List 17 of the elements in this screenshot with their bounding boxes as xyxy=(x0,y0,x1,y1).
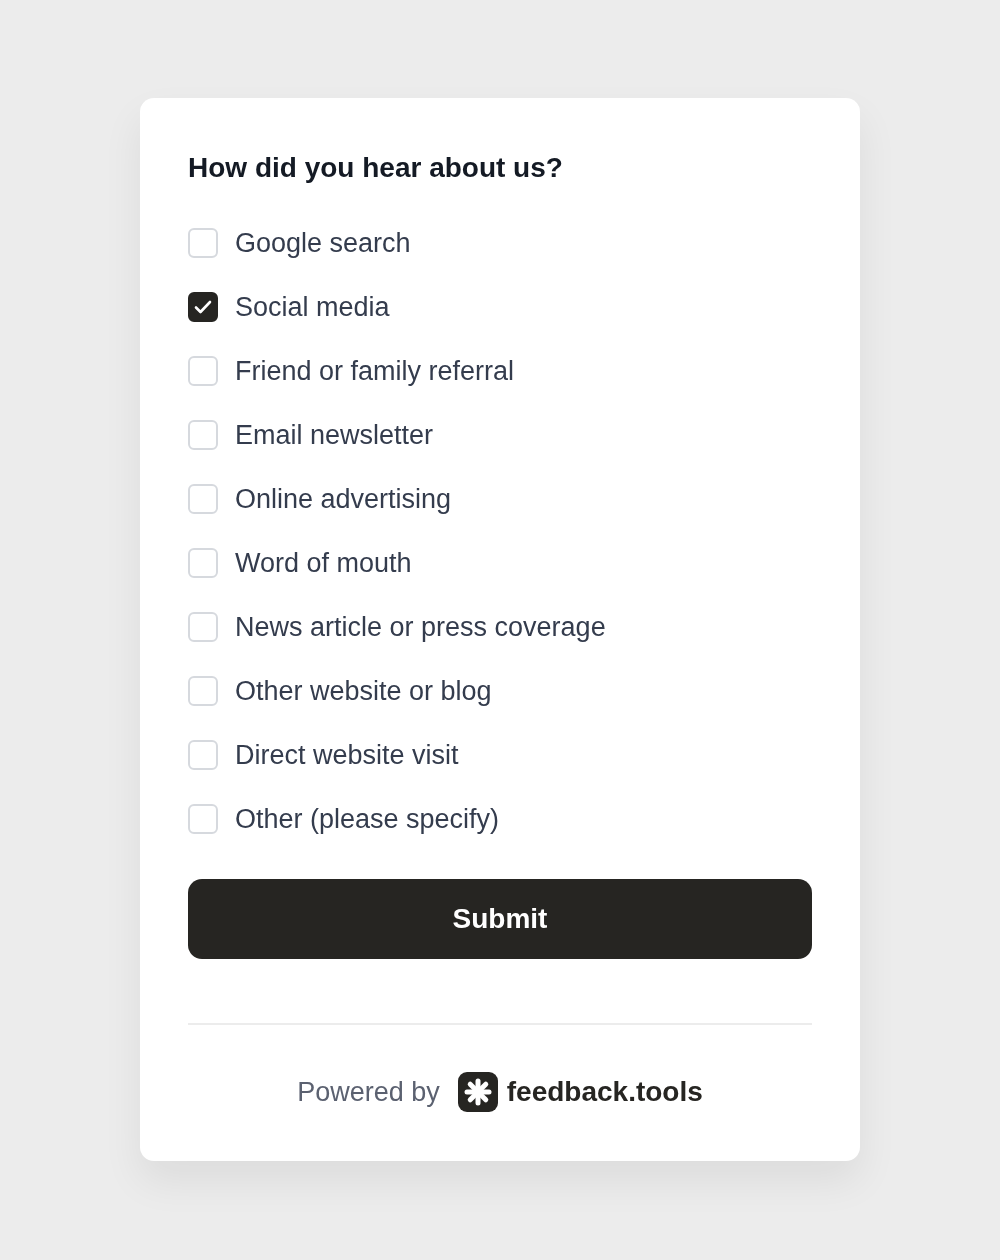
option-label: Friend or family referral xyxy=(235,355,515,387)
question-title: How did you hear about us? xyxy=(188,151,564,185)
option-label: Word of mouth xyxy=(235,547,412,579)
brand-link[interactable]: feedback.tools xyxy=(457,1072,703,1112)
asterisk-logo-icon xyxy=(457,1072,498,1112)
submit-button[interactable]: Submit xyxy=(188,879,812,959)
option-label: Other website or blog xyxy=(235,675,492,707)
powered-by-text: Powered by xyxy=(297,1076,440,1108)
option-label: Google search xyxy=(235,227,411,259)
option-label: Online advertising xyxy=(235,483,452,515)
checkbox[interactable] xyxy=(188,292,218,322)
option-label: Social media xyxy=(235,291,390,323)
checkmark-icon xyxy=(194,300,212,314)
option-label: Direct website visit xyxy=(235,739,459,771)
option-label: Other (please specify) xyxy=(235,803,500,835)
option-label: Email newsletter xyxy=(235,419,434,451)
option-label: News article or press coverage xyxy=(235,611,606,643)
